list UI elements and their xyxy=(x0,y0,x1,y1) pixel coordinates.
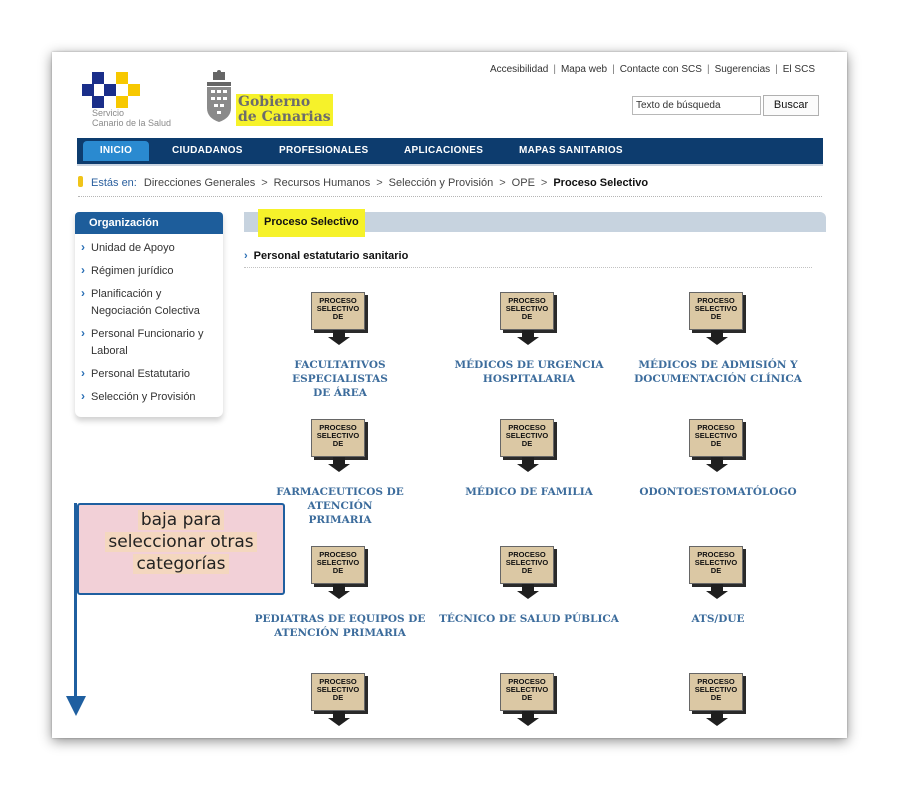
category-label[interactable]: TÉCNICO DE SALUD PÚBLICA xyxy=(434,612,624,626)
category-label[interactable]: MÉDICOS DE URGENCIA HOSPITALARIA xyxy=(434,358,624,386)
proceso-selectivo-icon[interactable]: PROCESO SELECTIVO DE xyxy=(311,292,369,346)
scs-logo-text: Servicio Canario de la Salud xyxy=(92,108,172,128)
nav-ciudadanos[interactable]: CIUDADANOS xyxy=(172,138,243,164)
top-links: Accesibilidad | Mapa web | Contacte con SCS |… xyxy=(489,64,815,75)
category-label[interactable]: ATS/DUE xyxy=(623,612,813,626)
link-accesibilidad[interactable]: Accesibilidad xyxy=(490,64,548,75)
sidebar-item-regimen-juridico[interactable]: Régimen jurídico xyxy=(75,262,223,280)
proceso-selectivo-icon[interactable]: PROCESO SELECTIVO DE xyxy=(689,546,747,600)
category-item[interactable]: PROCESO SELECTIVO DE ODONTOESTOMATÓLOGO xyxy=(623,419,813,499)
category-item[interactable]: PROCESO SELECTIVO DE MÉDICO DE FAMILIA xyxy=(434,419,624,499)
sidebar-title: Organización xyxy=(75,212,223,234)
scs-logo[interactable]: Servicio Canario de la Salud xyxy=(82,72,192,132)
proceso-selectivo-icon[interactable]: PROCESO SELECTIVO DE xyxy=(311,673,369,727)
sidebar: Organización Unidad de Apoyo Régimen jur… xyxy=(75,212,223,417)
category-label[interactable]: ODONTOESTOMATÓLOGO xyxy=(623,485,813,499)
annotation-text: baja para seleccionar otras categorías xyxy=(79,509,283,575)
main-nav: INICIO CIUDADANOS PROFESIONALES APLICACI… xyxy=(77,138,823,166)
category-item[interactable]: PROCESO SELECTIVO DE FACULTATIVOS ESPECIALI… xyxy=(245,292,435,400)
sidebar-item-unidad-apoyo[interactable]: Unidad de Apoyo xyxy=(75,239,223,257)
content-header: Proceso Selectivo xyxy=(244,209,826,237)
search-button[interactable]: Buscar xyxy=(763,95,819,116)
proceso-selectivo-icon[interactable]: PROCESO SELECTIVO DE xyxy=(500,292,558,346)
search-input[interactable]: Texto de búsqueda xyxy=(632,96,761,115)
proceso-selectivo-icon[interactable]: PROCESO SELECTIVO DE xyxy=(689,419,747,473)
sidebar-item-planificacion[interactable]: Planificación yNegociación Colectiva xyxy=(75,285,223,320)
breadcrumb: Estás en: Direcciones Generales > Recursos… xyxy=(78,176,822,189)
category-label[interactable]: PEDIATRAS DE EQUIPOS DE ATENCIÓN PRIMARIA xyxy=(245,612,435,640)
link-el-scs[interactable]: El SCS xyxy=(783,64,815,75)
coat-of-arms-icon xyxy=(207,70,231,122)
section-divider xyxy=(244,267,812,268)
sidebar-item-personal-funcionario[interactable]: Personal Funcionario yLaboral xyxy=(75,325,223,360)
sidebar-list: Unidad de Apoyo Régimen jurídico Planifi… xyxy=(75,239,223,406)
category-label[interactable]: FACULTATIVOS ESPECIALISTAS DE ÁREA xyxy=(245,358,435,400)
proceso-selectivo-icon[interactable]: PROCESO SELECTIVO DE xyxy=(500,419,558,473)
breadcrumb-label: Estás en: xyxy=(91,177,137,189)
page-title: Proceso Selectivo xyxy=(258,209,365,237)
category-item[interactable]: PROCESO SELECTIVO DE xyxy=(245,673,435,727)
nav-inicio[interactable]: INICIO xyxy=(83,141,149,161)
category-item[interactable]: PROCESO SELECTIVO DE xyxy=(623,673,813,727)
browser-page: Servicio Canario de la Salud Gobierno de… xyxy=(52,52,847,738)
crumb-recursos-humanos[interactable]: Recursos Humanos xyxy=(274,177,371,189)
category-label[interactable]: MÉDICOS DE ADMISIÓN Y DOCUMENTACIÓN CLÍNI… xyxy=(623,358,813,386)
proceso-selectivo-icon[interactable]: PROCESO SELECTIVO DE xyxy=(689,673,747,727)
category-item[interactable]: PROCESO SELECTIVO DE TÉCNICO DE SALUD PÚBLI… xyxy=(434,546,624,626)
proceso-selectivo-icon[interactable]: PROCESO SELECTIVO DE xyxy=(689,292,747,346)
scroll-down-arrow-icon xyxy=(66,696,86,716)
crumb-direcciones-generales[interactable]: Direcciones Generales xyxy=(144,177,255,189)
crumb-ope[interactable]: OPE xyxy=(512,177,535,189)
proceso-selectivo-icon[interactable]: PROCESO SELECTIVO DE xyxy=(500,673,558,727)
category-item[interactable]: PROCESO SELECTIVO DE xyxy=(434,673,624,727)
category-item[interactable]: PROCESO SELECTIVO DE MÉDICOS DE URGENCIA HOS… xyxy=(434,292,624,386)
crumb-seleccion-provision[interactable]: Selección y Provisión xyxy=(389,177,494,189)
nav-aplicaciones[interactable]: APLICACIONES xyxy=(404,138,483,164)
breadcrumb-flag-icon xyxy=(78,176,83,187)
gobierno-canarias-logo[interactable]: Gobierno de Canarias xyxy=(204,70,334,130)
link-mapa-web[interactable]: Mapa web xyxy=(561,64,607,75)
link-contacte[interactable]: Contacte con SCS xyxy=(620,64,702,75)
category-item[interactable]: PROCESO SELECTIVO DE MÉDICOS DE ADMISIÓN YD… xyxy=(623,292,813,386)
proceso-selectivo-icon[interactable]: PROCESO SELECTIVO DE xyxy=(311,546,369,600)
section-title: Personal estatutario sanitario xyxy=(244,250,409,262)
category-label[interactable]: MÉDICO DE FAMILIA xyxy=(434,485,624,499)
link-sugerencias[interactable]: Sugerencias xyxy=(715,64,771,75)
proceso-selectivo-icon[interactable]: PROCESO SELECTIVO DE xyxy=(311,419,369,473)
gobierno-logo-text: Gobierno de Canarias xyxy=(236,94,333,126)
sidebar-item-seleccion-provision[interactable]: Selección y Provisión xyxy=(75,388,223,406)
nav-profesionales[interactable]: PROFESIONALES xyxy=(279,138,368,164)
category-item[interactable]: PROCESO SELECTIVO DE ATS/DUE xyxy=(623,546,813,626)
annotation-box: baja para seleccionar otras categorías xyxy=(77,503,285,595)
proceso-selectivo-icon[interactable]: PROCESO SELECTIVO DE xyxy=(500,546,558,600)
breadcrumb-divider xyxy=(78,196,822,197)
crumb-current: Proceso Selectivo xyxy=(553,177,649,189)
sidebar-item-personal-estatutario[interactable]: Personal Estatutario xyxy=(75,365,223,383)
nav-mapas-sanitarios[interactable]: MAPAS SANITARIOS xyxy=(519,138,623,164)
